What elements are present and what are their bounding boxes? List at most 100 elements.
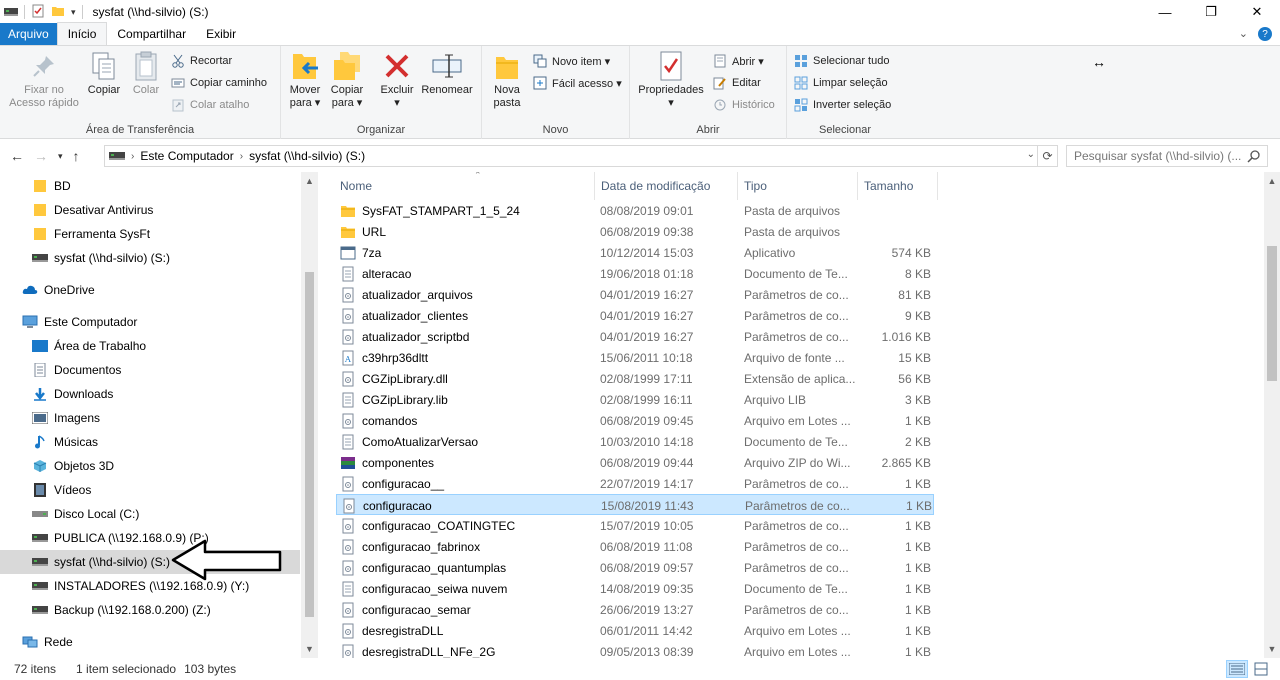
file-row[interactable]: SysFAT_STAMPART_1_5_24 08/08/2019 09:01 Pa… (336, 200, 934, 221)
scroll-up-icon[interactable]: ▲ (1264, 176, 1280, 186)
copy-button[interactable]: Copiar (84, 50, 124, 97)
file-row[interactable]: configuracao 15/08/2019 11:43 Parâmetros d… (336, 494, 934, 515)
edit-button[interactable]: Editar (712, 74, 761, 92)
nav-item-documents[interactable]: Documentos (0, 358, 300, 382)
new-folder-icon[interactable] (51, 4, 65, 21)
up-arrow-icon[interactable]: ↑ (73, 148, 80, 164)
help-icon[interactable]: ? (1258, 27, 1272, 41)
refresh-icon[interactable]: ⟳ (1038, 145, 1058, 167)
address-dropdown-icon[interactable]: ⌄ (1027, 149, 1035, 160)
file-row[interactable]: CGZipLibrary.dll 02/08/1999 17:11 Extensão… (336, 368, 934, 389)
file-row[interactable]: alteracao 19/06/2018 01:18 Documento de Te… (336, 263, 934, 284)
file-row[interactable]: configuracao_quantumplas 06/08/2019 09:57… (336, 557, 934, 578)
nav-item-pictures[interactable]: Imagens (0, 406, 300, 430)
file-row[interactable]: desregistraDLL_NFe_2G 09/05/2013 08:39 Arq… (336, 641, 934, 658)
nav-item-3d-objects[interactable]: Objetos 3D (0, 454, 300, 478)
scroll-down-icon[interactable]: ▼ (301, 644, 318, 654)
invert-selection-button[interactable]: Inverter seleção (793, 96, 891, 114)
file-row[interactable]: configuracao_seiwa nuvem 14/08/2019 09:35… (336, 578, 934, 599)
easy-access-button[interactable]: Fácil acesso ▾ (532, 74, 622, 92)
nav-item-network[interactable]: Rede (0, 630, 300, 654)
copy-path-button[interactable]: Copiar caminho (170, 74, 267, 92)
history-button[interactable]: Histórico (712, 96, 775, 114)
address-bar[interactable]: › Este Computador › sysfat (\\hd-silvio)… (104, 145, 1038, 167)
search-input[interactable]: Pesquisar sysfat (\\hd-silvio) (... (1066, 145, 1268, 167)
file-row[interactable]: atualizador_scriptbd 04/01/2019 16:27 Parâ… (336, 326, 934, 347)
properties-button[interactable]: Propriedades ▾ (636, 50, 706, 110)
breadcrumb-chevron-icon[interactable]: › (240, 151, 243, 162)
breadcrumb-chevron-icon[interactable]: › (131, 151, 134, 162)
column-header-size[interactable]: Tamanho (858, 172, 938, 200)
nav-item-videos[interactable]: Vídeos (0, 478, 300, 502)
paste-shortcut-button[interactable]: Colar atalho (170, 96, 249, 114)
back-arrow-icon[interactable]: ← (10, 148, 24, 164)
maximize-button[interactable]: ❐ (1188, 0, 1234, 24)
cut-button[interactable]: Recortar (170, 52, 232, 70)
nav-item-onedrive[interactable]: OneDrive (0, 278, 300, 302)
nav-item-desativar-antivirus[interactable]: Desativar Antivirus (0, 198, 300, 222)
file-row[interactable]: Ac39hrp36dltt 15/06/2011 10:18 Arquivo de … (336, 347, 934, 368)
details-view-icon[interactable] (1226, 660, 1248, 678)
file-row[interactable]: 7za 10/12/2014 15:03 Aplicativo 574 KB (336, 242, 934, 263)
close-button[interactable]: ✕ (1234, 0, 1280, 24)
file-row[interactable]: CGZipLibrary.lib 02/08/1999 16:11 Arquivo … (336, 389, 934, 410)
nav-item-local-disk[interactable]: Disco Local (C:) (0, 502, 300, 526)
copy-to-button[interactable]: Copiar para ▾ (329, 50, 365, 110)
delete-button[interactable]: Excluir ▾ (377, 50, 417, 110)
rename-button[interactable]: Renomear (419, 50, 475, 97)
file-row[interactable]: desregistraDLL 06/01/2011 14:42 Arquivo em… (336, 620, 934, 641)
file-row[interactable]: configuracao_COATINGTEC 15/07/2019 10:05 P… (336, 515, 934, 536)
clear-selection-button[interactable]: Limpar seleção (793, 74, 888, 92)
forward-arrow-icon[interactable]: → (34, 148, 48, 164)
clear-selection-label: Limpar seleção (813, 77, 888, 89)
file-row[interactable]: atualizador_clientes 04/01/2019 16:27 Parâ… (336, 305, 934, 326)
pin-quick-access-button[interactable]: Fixar no Acesso rápido (6, 50, 82, 110)
file-row[interactable]: URL 06/08/2019 09:38 Pasta de arquivos (336, 221, 934, 242)
minimize-button[interactable]: — (1142, 0, 1188, 24)
file-list-scrollbar[interactable]: ▲ ▼ (1264, 172, 1280, 658)
file-row[interactable]: comandos 06/08/2019 09:45 Arquivo em Lotes… (336, 410, 934, 431)
tab-file[interactable]: Arquivo (0, 23, 57, 45)
nav-item-music[interactable]: Músicas (0, 430, 300, 454)
open-label: Abrir ▾ (732, 55, 764, 68)
nav-item-bd[interactable]: BD (0, 174, 300, 198)
file-row[interactable]: configuracao_semar 26/06/2019 13:27 Parâme… (336, 599, 934, 620)
nav-item-desktop[interactable]: Área de Trabalho (0, 334, 300, 358)
column-header-type[interactable]: Tipo (738, 172, 858, 200)
scroll-down-icon[interactable]: ▼ (1264, 644, 1280, 654)
file-list-scrollbar-thumb[interactable] (1267, 246, 1277, 381)
nav-item-backup[interactable]: Backup (\\192.168.0.200) (Z:) (0, 598, 300, 622)
select-all-button[interactable]: Selecionar tudo (793, 52, 889, 70)
column-header-date[interactable]: Data de modificação (594, 172, 738, 200)
recent-locations-icon[interactable]: ▾ (58, 151, 63, 162)
file-size: 1 KB (904, 539, 931, 554)
file-row[interactable]: configuracao__ 22/07/2019 14:17 Parâmetros… (336, 473, 934, 494)
ribbon-collapse-icon[interactable]: ⌄ (1239, 27, 1248, 41)
breadcrumb-current[interactable]: sysfat (\\hd-silvio) (S:) (249, 149, 365, 163)
tab-view[interactable]: Exibir (196, 23, 246, 45)
file-name-cell: desregistraDLL_NFe_2G (340, 641, 596, 658)
large-icons-view-icon[interactable] (1250, 660, 1272, 678)
file-row[interactable]: atualizador_arquivos 04/01/2019 16:27 Parâ… (336, 284, 934, 305)
scroll-up-icon[interactable]: ▲ (301, 176, 318, 186)
column-header-name[interactable]: Nome ⌃ (334, 172, 594, 200)
nav-item-ferramenta-sysft[interactable]: Ferramenta SysFt (0, 222, 300, 246)
new-item-button[interactable]: Novo item ▾ (532, 52, 610, 70)
nav-item-downloads[interactable]: Downloads (0, 382, 300, 406)
file-row[interactable]: ComoAtualizarVersao 10/03/2010 14:18 Docum… (336, 431, 934, 452)
paste-button[interactable]: Colar (128, 50, 164, 97)
new-folder-button[interactable]: Nova pasta (488, 50, 526, 110)
open-button[interactable]: Abrir ▾ (712, 52, 764, 70)
properties-icon[interactable] (31, 4, 45, 21)
nav-item-sysfat-quick[interactable]: sysfat (\\hd-silvio) (S:) (0, 246, 300, 270)
file-row[interactable]: configuracao_fabrinox 06/08/2019 11:08 Par… (336, 536, 934, 557)
breadcrumb-this-pc[interactable]: Este Computador (140, 149, 233, 163)
file-row[interactable]: componentes 06/08/2019 09:44 Arquivo ZIP d… (336, 452, 934, 473)
nav-scrollbar-thumb[interactable] (305, 272, 314, 617)
nav-item-this-pc[interactable]: Este Computador (0, 310, 300, 334)
tab-share[interactable]: Compartilhar (107, 23, 196, 45)
nav-scrollbar[interactable]: ▲ ▼ (301, 172, 318, 658)
tab-home[interactable]: Início (56, 22, 108, 45)
move-to-button[interactable]: Mover para ▾ (287, 50, 323, 110)
qat-dropdown-icon[interactable]: ▾ (71, 7, 76, 18)
